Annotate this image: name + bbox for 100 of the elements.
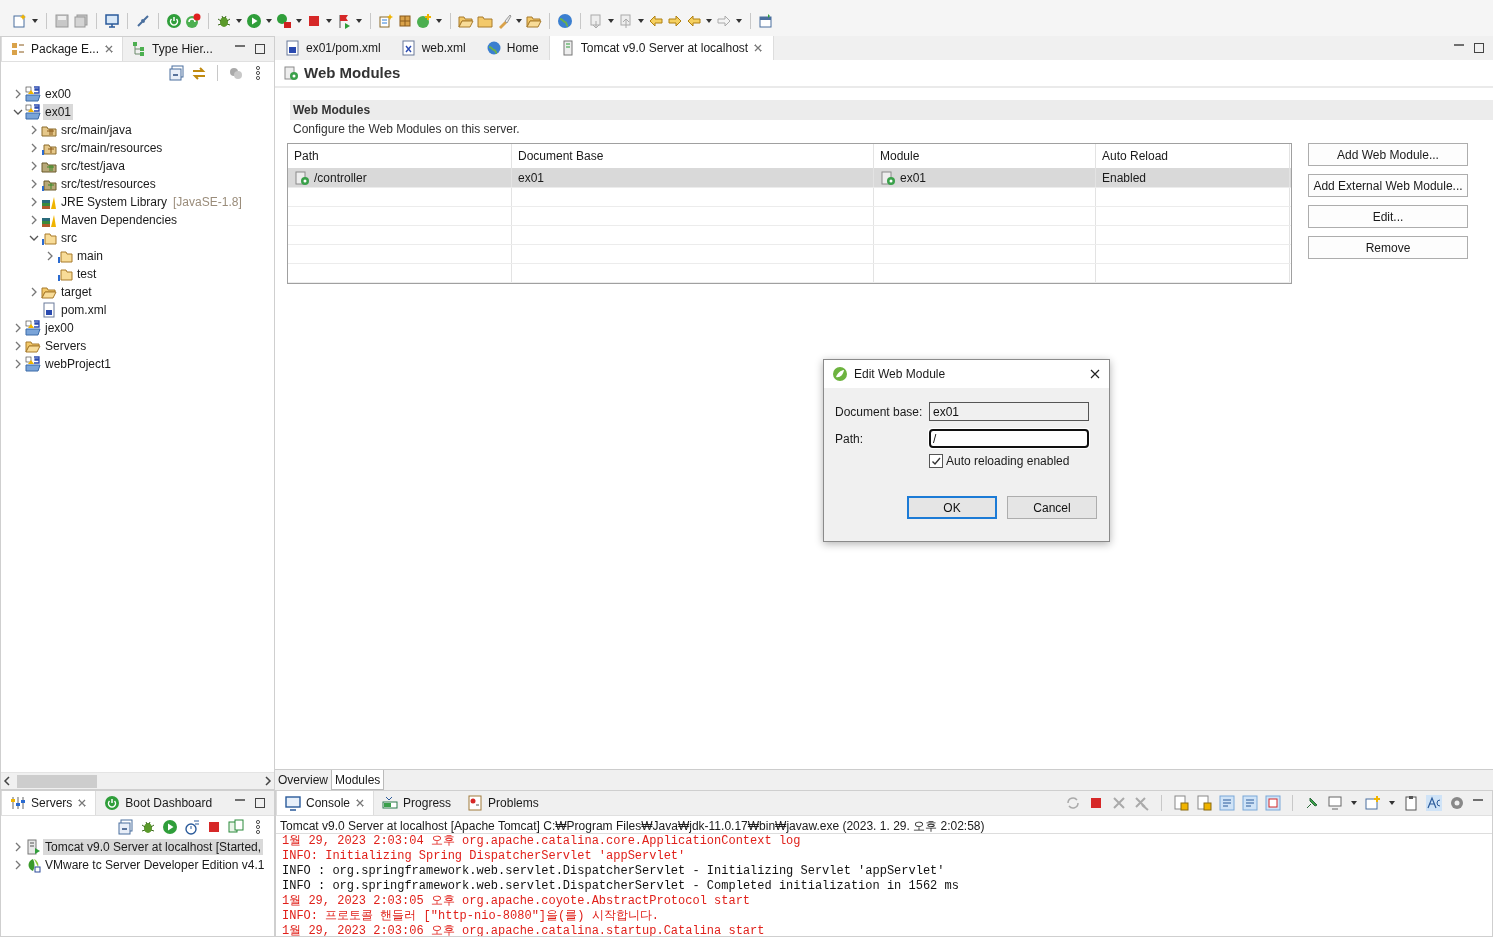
scroll-right-icon[interactable] [262, 775, 274, 787]
tree-item-decoration: [JavaSE-1.8] [173, 195, 242, 209]
tree-item[interactable]: src [59, 230, 79, 246]
debug-icon[interactable] [216, 13, 232, 29]
folder-icon[interactable] [477, 13, 493, 29]
tab[interactable]: Boot Dashboard [96, 791, 221, 815]
tree-item[interactable]: Maven Dependencies [59, 212, 180, 228]
globe-icon[interactable] [557, 13, 573, 29]
tab[interactable]: Package E... [1, 37, 124, 61]
action-button[interactable]: Add Web Module... [1308, 143, 1468, 166]
tree-item[interactable]: main [75, 248, 105, 264]
scroll-left-icon[interactable] [1, 775, 13, 787]
tab[interactable]: Type Hier... [123, 37, 221, 61]
input-field[interactable]: / [929, 429, 1089, 448]
project-icon [25, 104, 41, 120]
stop-icon[interactable] [306, 13, 322, 29]
checkbox[interactable] [929, 454, 943, 468]
tab[interactable]: Home [475, 36, 549, 60]
dropdown-caret-icon[interactable] [637, 18, 645, 24]
tree-item[interactable]: src/main/resources [59, 140, 165, 156]
tree-item[interactable]: test [75, 266, 99, 282]
dropdown-caret-icon[interactable] [607, 18, 615, 24]
console-line: INFO: Initializing Spring DispatcherServlet 'appServlet' [282, 849, 687, 864]
link-icon[interactable] [135, 13, 151, 29]
tree-item[interactable]: pom.xml [59, 302, 109, 318]
power-icon[interactable] [166, 13, 182, 29]
maximize-icon[interactable] [254, 43, 266, 55]
forward-arrow-icon[interactable] [667, 13, 683, 29]
dropdown-caret-icon[interactable] [735, 18, 743, 24]
folder-icon [25, 338, 41, 354]
close-icon[interactable] [1089, 368, 1101, 380]
dropdown-caret-icon[interactable] [705, 18, 713, 24]
maximize-icon[interactable] [1473, 42, 1485, 54]
progress-icon [382, 795, 399, 811]
dropdown-caret-icon[interactable] [235, 18, 243, 24]
console-header: Tomcat v9.0 Server at localhost [Apache Tomcat] C:₩Program Files₩Java₩jdk-11.0.17₩bin₩javaw.exe (2023. 1. 29. 오후 2:02:58) [279, 818, 986, 833]
checkbox-label[interactable]: Auto reloading enabled [946, 454, 1070, 468]
dialog-button[interactable]: Cancel [1007, 496, 1097, 519]
dropdown-caret-icon[interactable] [515, 18, 523, 24]
refresh-icon[interactable] [185, 13, 201, 29]
tree-item[interactable]: jex00 [43, 320, 76, 336]
collapse-all-icon[interactable] [169, 65, 185, 81]
tab[interactable]: Progress [374, 791, 460, 815]
dropdown-caret-icon[interactable] [31, 18, 39, 24]
tree-item[interactable]: JRE System Library [59, 194, 170, 210]
tab[interactable]: Tomcat v9.0 Server at localhost [548, 36, 775, 60]
module-icon [880, 169, 896, 186]
table-row[interactable]: /controller ex01 ex01 Enabled [288, 168, 1291, 188]
page-tab[interactable]: Overview [275, 770, 331, 790]
monitor-icon[interactable] [104, 13, 120, 29]
dropdown-caret-icon[interactable] [295, 18, 303, 24]
table-cell: ex01 [518, 170, 545, 185]
action-button[interactable]: Add External Web Module... [1308, 174, 1468, 197]
stop-icon[interactable] [206, 819, 222, 835]
tab[interactable]: ex01/pom.xml [275, 36, 391, 60]
tree-item[interactable]: target [59, 284, 94, 300]
tab[interactable]: Problems [459, 791, 547, 815]
tab[interactable]: Console [276, 791, 375, 815]
tree-item[interactable]: src/main/java [59, 122, 134, 138]
debug-icon[interactable] [140, 819, 156, 835]
settings-icon[interactable] [1449, 795, 1465, 811]
tree-item[interactable]: Servers [43, 338, 89, 354]
table-cell: ex01 [900, 170, 927, 185]
console-line: 1월 29, 2023 2:03:05 오후 org.apache.coyote.AbstractProtocol start [282, 894, 752, 909]
dropdown-caret-icon[interactable] [325, 18, 333, 24]
flag-icon[interactable] [336, 13, 352, 29]
tree-item[interactable]: src/test/java [59, 158, 128, 174]
dropdown-caret-icon[interactable] [355, 18, 363, 24]
console-line: 1월 29, 2023 2:03:06 오후 org.apache.catalina.startup.Catalina start [282, 924, 766, 936]
tab[interactable]: web.xml [390, 36, 476, 60]
action-button[interactable]: Edit... [1308, 205, 1468, 228]
dropdown-caret-icon[interactable] [1388, 800, 1396, 806]
tree-item[interactable]: ex00 [43, 86, 74, 102]
tree-item[interactable]: webProject1 [43, 356, 114, 372]
section-description: Configure the Web Modules on this server. [292, 121, 521, 138]
tree-item[interactable]: VMware tc Server Developer Edition v4.1 [43, 857, 267, 873]
terminate-icon[interactable] [1088, 795, 1104, 811]
console-line: INFO : org.springframework.web.servlet.DispatcherServlet - Completed initialization in 1562 ms [282, 879, 960, 894]
collapse-all-icon[interactable] [118, 819, 134, 835]
dropdown-caret-icon[interactable] [265, 18, 273, 24]
package-icon[interactable] [397, 13, 413, 29]
tab[interactable]: Servers [1, 791, 97, 815]
copy-icon[interactable] [1403, 795, 1419, 811]
action-button[interactable]: Remove [1308, 236, 1468, 259]
maximize-icon[interactable] [254, 797, 266, 809]
console-line: INFO: 프로토콜 핸들러 ["http-nio-8080"]을(를) 시작합니다. [282, 909, 660, 924]
open-folder-icon[interactable] [458, 13, 474, 29]
tree-item[interactable]: Tomcat v9.0 Server at localhost [Started, [43, 839, 264, 855]
field-label: Document base: [835, 404, 923, 419]
page-tab[interactable]: Modules [331, 770, 385, 790]
tree-item[interactable]: src/test/resources [59, 176, 158, 192]
start-icon[interactable] [162, 819, 178, 835]
horizontal-scrollbar[interactable] [1, 772, 274, 789]
folder-icon [57, 248, 73, 264]
dropdown-caret-icon[interactable] [435, 18, 443, 24]
run-external-icon[interactable] [276, 13, 292, 29]
dropdown-caret-icon[interactable] [1350, 800, 1358, 806]
dialog-button[interactable]: OK [907, 496, 997, 519]
input-field[interactable]: ex01 [929, 402, 1089, 421]
tree-item[interactable]: ex01 [43, 104, 74, 120]
